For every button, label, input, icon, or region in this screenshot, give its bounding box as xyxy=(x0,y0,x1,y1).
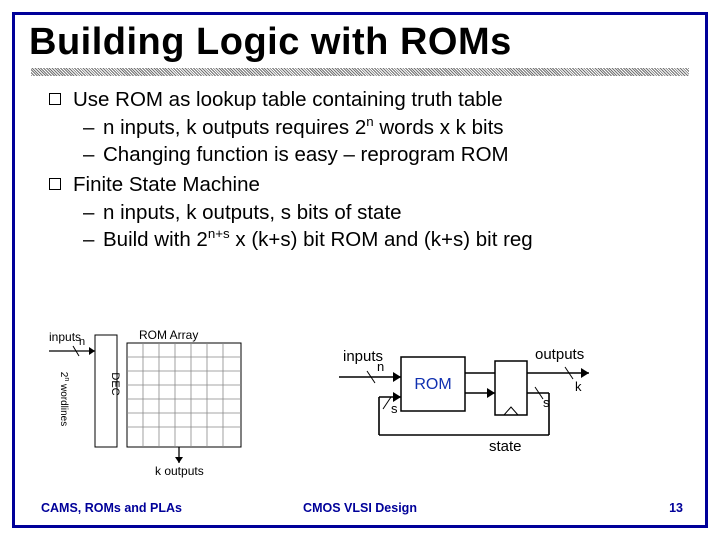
bullet-2-sub-1: n inputs, k outputs, s bits of state xyxy=(73,199,687,227)
fig1-dec: DEC xyxy=(109,372,121,395)
fig1-romarray-label: ROM Array xyxy=(139,329,198,342)
figures-svg: inputs n DEC 2n wordlines ROM Array xyxy=(49,329,689,479)
fig1-inputs-label: inputs xyxy=(49,330,81,344)
bullet-2: Finite State Machine n inputs, k outputs… xyxy=(33,171,687,254)
slide-title: Building Logic with ROMs xyxy=(15,15,705,68)
figures: inputs n DEC 2n wordlines ROM Array xyxy=(49,329,689,479)
title-divider xyxy=(31,68,689,76)
footer: CAMS, ROMs and PLAs CMOS VLSI Design 13 xyxy=(15,501,705,515)
fig2-outputs: outputs xyxy=(535,346,584,363)
fig1-wordlines: 2n wordlines xyxy=(58,372,70,427)
fig2-state: state xyxy=(489,438,522,455)
footer-page: 13 xyxy=(669,501,683,515)
slide-frame: Building Logic with ROMs Use ROM as look… xyxy=(12,12,708,528)
slide-body: Use ROM as lookup table containing truth… xyxy=(15,86,705,254)
fig-rom-array: inputs n DEC 2n wordlines ROM Array xyxy=(49,329,241,478)
fig2-k: k xyxy=(575,379,582,394)
fig2-rom: ROM xyxy=(414,376,451,393)
footer-left: CAMS, ROMs and PLAs xyxy=(41,501,182,515)
fig1-n: n xyxy=(79,336,85,348)
fig-fsm: inputs n ROM outputs k xyxy=(339,346,589,455)
fig1-koutputs: k outputs xyxy=(155,464,204,478)
fig2-n: n xyxy=(377,359,384,374)
bullet-1-sub-2: Changing function is easy – reprogram RO… xyxy=(73,141,687,169)
bullet-2-text: Finite State Machine xyxy=(73,173,260,196)
bullet-1-sub-1: n inputs, k outputs requires 2n words x … xyxy=(73,114,687,142)
bullet-2-sub-2: Build with 2n+s x (k+s) bit ROM and (k+s… xyxy=(73,226,687,254)
fig2-s1: s xyxy=(391,401,398,416)
bullet-1: Use ROM as lookup table containing truth… xyxy=(33,86,687,169)
bullet-1-text: Use ROM as lookup table containing truth… xyxy=(73,88,503,111)
